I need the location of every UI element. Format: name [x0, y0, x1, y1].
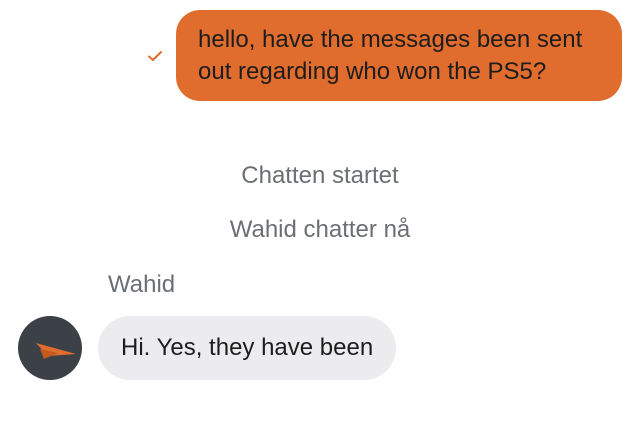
system-message-agent-chatting: Wahid chatter nå: [229, 216, 411, 243]
incoming-message-bubble[interactable]: Hi. Yes, they have been: [98, 316, 397, 380]
agent-logo-icon: [36, 343, 76, 359]
checkmark-icon: [146, 47, 164, 65]
outgoing-message-bubble[interactable]: hello, have the messages been sent out r…: [176, 10, 622, 101]
outgoing-message-row: hello, have the messages been sent out r…: [146, 10, 622, 101]
system-message-chat-started: Chatten startet: [241, 162, 399, 189]
avatar: [18, 316, 82, 380]
sender-name: Wahid: [108, 271, 176, 298]
chat-conversation: hello, have the messages been sent out r…: [0, 0, 636, 442]
